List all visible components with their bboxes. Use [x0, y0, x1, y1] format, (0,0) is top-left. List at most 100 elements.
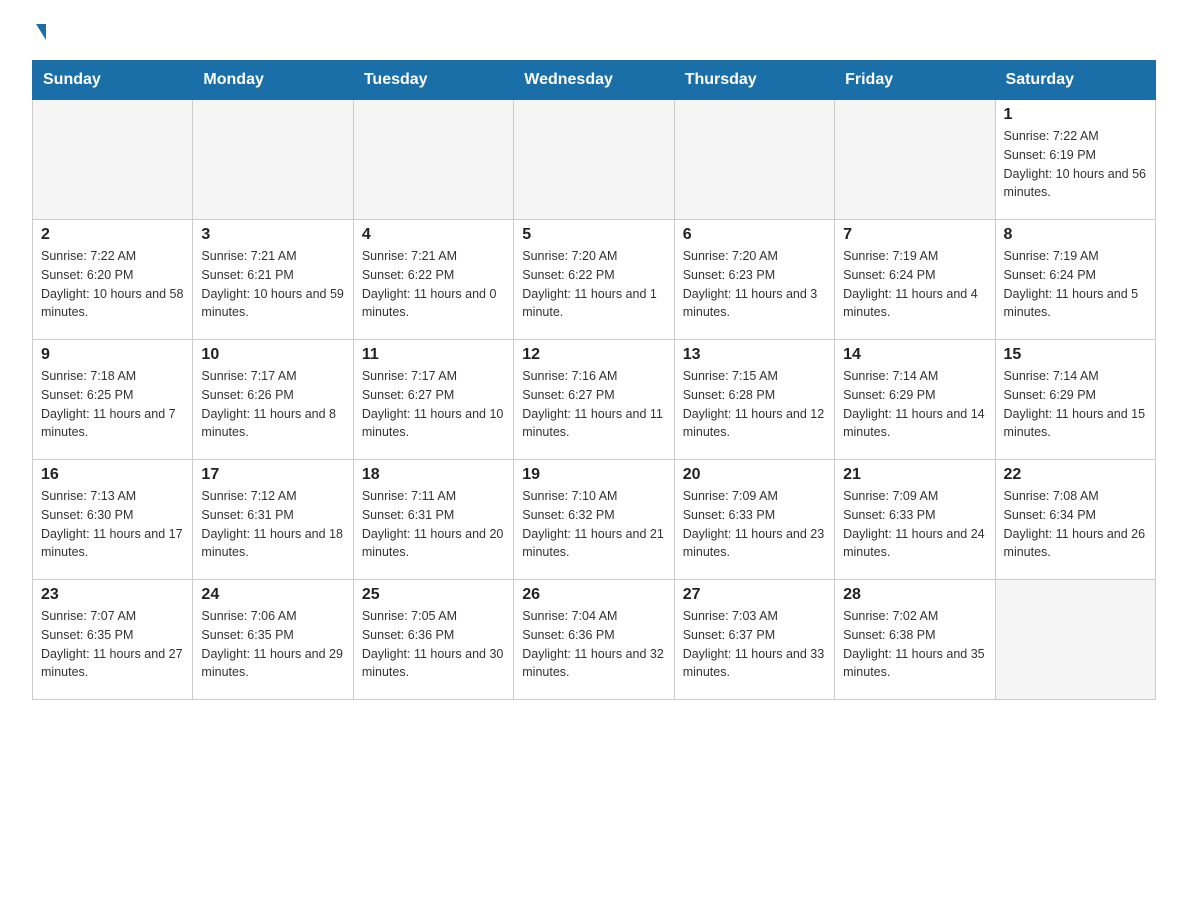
day-number: 13	[683, 346, 826, 364]
day-info: Sunrise: 7:16 AM Sunset: 6:27 PM Dayligh…	[522, 367, 665, 442]
day-number: 3	[201, 226, 344, 244]
day-info: Sunrise: 7:22 AM Sunset: 6:19 PM Dayligh…	[1004, 127, 1147, 202]
calendar-cell	[353, 100, 513, 220]
calendar-cell: 14 Sunrise: 7:14 AM Sunset: 6:29 PM Dayli…	[835, 340, 995, 460]
day-info: Sunrise: 7:03 AM Sunset: 6:37 PM Dayligh…	[683, 607, 826, 682]
calendar-cell: 9 Sunrise: 7:18 AM Sunset: 6:25 PM Daylig…	[33, 340, 193, 460]
day-number: 1	[1004, 106, 1147, 124]
day-number: 14	[843, 346, 986, 364]
page-header	[32, 24, 1156, 42]
calendar-cell: 16 Sunrise: 7:13 AM Sunset: 6:30 PM Dayli…	[33, 460, 193, 580]
day-info: Sunrise: 7:04 AM Sunset: 6:36 PM Dayligh…	[522, 607, 665, 682]
day-number: 26	[522, 586, 665, 604]
calendar-cell: 12 Sunrise: 7:16 AM Sunset: 6:27 PM Dayli…	[514, 340, 674, 460]
day-number: 28	[843, 586, 986, 604]
day-info: Sunrise: 7:08 AM Sunset: 6:34 PM Dayligh…	[1004, 487, 1147, 562]
calendar-cell	[674, 100, 834, 220]
col-header-friday: Friday	[835, 61, 995, 100]
day-number: 21	[843, 466, 986, 484]
calendar-cell	[193, 100, 353, 220]
day-info: Sunrise: 7:19 AM Sunset: 6:24 PM Dayligh…	[843, 247, 986, 322]
day-number: 4	[362, 226, 505, 244]
calendar-cell: 17 Sunrise: 7:12 AM Sunset: 6:31 PM Dayli…	[193, 460, 353, 580]
day-info: Sunrise: 7:11 AM Sunset: 6:31 PM Dayligh…	[362, 487, 505, 562]
day-info: Sunrise: 7:12 AM Sunset: 6:31 PM Dayligh…	[201, 487, 344, 562]
day-info: Sunrise: 7:02 AM Sunset: 6:38 PM Dayligh…	[843, 607, 986, 682]
calendar-cell: 3 Sunrise: 7:21 AM Sunset: 6:21 PM Daylig…	[193, 220, 353, 340]
calendar-cell: 4 Sunrise: 7:21 AM Sunset: 6:22 PM Daylig…	[353, 220, 513, 340]
logo-arrow-icon	[36, 24, 46, 40]
day-info: Sunrise: 7:18 AM Sunset: 6:25 PM Dayligh…	[41, 367, 184, 442]
calendar-week-row: 16 Sunrise: 7:13 AM Sunset: 6:30 PM Dayli…	[33, 460, 1156, 580]
calendar-cell: 20Sunrise: 7:09 AM Sunset: 6:33 PM Dayli…	[674, 460, 834, 580]
day-info: Sunrise: 7:21 AM Sunset: 6:22 PM Dayligh…	[362, 247, 505, 322]
calendar-table: SundayMondayTuesdayWednesdayThursdayFrid…	[32, 60, 1156, 700]
calendar-cell: 25Sunrise: 7:05 AM Sunset: 6:36 PM Dayli…	[353, 580, 513, 700]
day-info: Sunrise: 7:07 AM Sunset: 6:35 PM Dayligh…	[41, 607, 184, 682]
calendar-week-row: 23 Sunrise: 7:07 AM Sunset: 6:35 PM Dayli…	[33, 580, 1156, 700]
day-number: 9	[41, 346, 184, 364]
day-number: 8	[1004, 226, 1147, 244]
calendar-week-row: 1 Sunrise: 7:22 AM Sunset: 6:19 PM Daylig…	[33, 100, 1156, 220]
day-number: 24	[201, 586, 344, 604]
day-info: Sunrise: 7:19 AM Sunset: 6:24 PM Dayligh…	[1004, 247, 1147, 322]
day-number: 10	[201, 346, 344, 364]
day-number: 27	[683, 586, 826, 604]
day-number: 16	[41, 466, 184, 484]
calendar-cell: 23 Sunrise: 7:07 AM Sunset: 6:35 PM Dayli…	[33, 580, 193, 700]
calendar-cell: 13 Sunrise: 7:15 AM Sunset: 6:28 PM Dayli…	[674, 340, 834, 460]
day-info: Sunrise: 7:22 AM Sunset: 6:20 PM Dayligh…	[41, 247, 184, 322]
day-info: Sunrise: 7:09 AM Sunset: 6:33 PM Dayligh…	[843, 487, 986, 562]
calendar-cell	[33, 100, 193, 220]
day-info: Sunrise: 7:14 AM Sunset: 6:29 PM Dayligh…	[1004, 367, 1147, 442]
col-header-wednesday: Wednesday	[514, 61, 674, 100]
calendar-cell: 1 Sunrise: 7:22 AM Sunset: 6:19 PM Daylig…	[995, 100, 1155, 220]
calendar-cell: 8 Sunrise: 7:19 AM Sunset: 6:24 PM Daylig…	[995, 220, 1155, 340]
day-number: 19	[522, 466, 665, 484]
day-number: 20	[683, 466, 826, 484]
day-number: 12	[522, 346, 665, 364]
day-info: Sunrise: 7:21 AM Sunset: 6:21 PM Dayligh…	[201, 247, 344, 322]
calendar-cell: 11 Sunrise: 7:17 AM Sunset: 6:27 PM Dayli…	[353, 340, 513, 460]
day-info: Sunrise: 7:20 AM Sunset: 6:22 PM Dayligh…	[522, 247, 665, 322]
calendar-cell	[995, 580, 1155, 700]
col-header-thursday: Thursday	[674, 61, 834, 100]
day-info: Sunrise: 7:20 AM Sunset: 6:23 PM Dayligh…	[683, 247, 826, 322]
calendar-cell: 22 Sunrise: 7:08 AM Sunset: 6:34 PM Dayli…	[995, 460, 1155, 580]
calendar-cell: 21 Sunrise: 7:09 AM Sunset: 6:33 PM Dayli…	[835, 460, 995, 580]
col-header-tuesday: Tuesday	[353, 61, 513, 100]
day-number: 2	[41, 226, 184, 244]
calendar-cell: 18 Sunrise: 7:11 AM Sunset: 6:31 PM Dayli…	[353, 460, 513, 580]
day-info: Sunrise: 7:14 AM Sunset: 6:29 PM Dayligh…	[843, 367, 986, 442]
day-number: 11	[362, 346, 505, 364]
calendar-cell: 27 Sunrise: 7:03 AM Sunset: 6:37 PM Dayli…	[674, 580, 834, 700]
day-number: 18	[362, 466, 505, 484]
day-info: Sunrise: 7:15 AM Sunset: 6:28 PM Dayligh…	[683, 367, 826, 442]
day-number: 22	[1004, 466, 1147, 484]
day-info: Sunrise: 7:05 AM Sunset: 6:36 PM Dayligh…	[362, 607, 505, 682]
col-header-monday: Monday	[193, 61, 353, 100]
day-number: 17	[201, 466, 344, 484]
calendar-cell: 2 Sunrise: 7:22 AM Sunset: 6:20 PM Daylig…	[33, 220, 193, 340]
day-info: Sunrise: 7:17 AM Sunset: 6:26 PM Dayligh…	[201, 367, 344, 442]
col-header-saturday: Saturday	[995, 61, 1155, 100]
calendar-cell: 10 Sunrise: 7:17 AM Sunset: 6:26 PM Dayli…	[193, 340, 353, 460]
calendar-cell	[514, 100, 674, 220]
calendar-cell: 6 Sunrise: 7:20 AM Sunset: 6:23 PM Daylig…	[674, 220, 834, 340]
day-info: Sunrise: 7:10 AM Sunset: 6:32 PM Dayligh…	[522, 487, 665, 562]
col-header-sunday: Sunday	[33, 61, 193, 100]
calendar-cell: 24 Sunrise: 7:06 AM Sunset: 6:35 PM Dayli…	[193, 580, 353, 700]
day-number: 6	[683, 226, 826, 244]
calendar-cell: 5 Sunrise: 7:20 AM Sunset: 6:22 PM Daylig…	[514, 220, 674, 340]
day-info: Sunrise: 7:17 AM Sunset: 6:27 PM Dayligh…	[362, 367, 505, 442]
day-number: 23	[41, 586, 184, 604]
day-number: 5	[522, 226, 665, 244]
calendar-header-row: SundayMondayTuesdayWednesdayThursdayFrid…	[33, 61, 1156, 100]
calendar-cell: 19 Sunrise: 7:10 AM Sunset: 6:32 PM Dayli…	[514, 460, 674, 580]
calendar-week-row: 9 Sunrise: 7:18 AM Sunset: 6:25 PM Daylig…	[33, 340, 1156, 460]
day-number: 7	[843, 226, 986, 244]
logo-general	[32, 24, 46, 42]
day-info: Sunrise: 7:13 AM Sunset: 6:30 PM Dayligh…	[41, 487, 184, 562]
calendar-week-row: 2 Sunrise: 7:22 AM Sunset: 6:20 PM Daylig…	[33, 220, 1156, 340]
day-info: Sunrise: 7:06 AM Sunset: 6:35 PM Dayligh…	[201, 607, 344, 682]
